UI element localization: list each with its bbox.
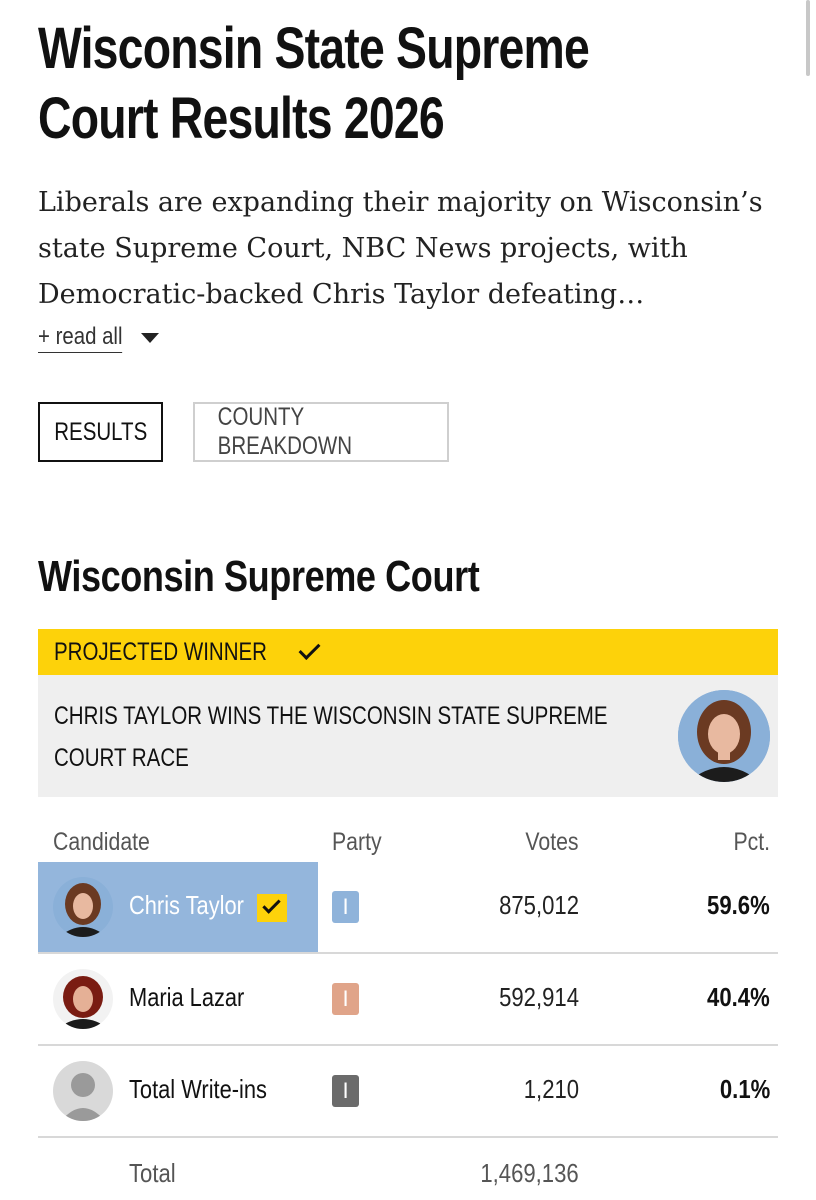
table-row[interactable]: Maria Lazar I 592,914 40.4% <box>38 954 778 1044</box>
total-label-text: Total <box>129 1158 176 1188</box>
candidate-name-text: Maria Lazar <box>129 982 245 1012</box>
winner-avatar <box>678 690 770 782</box>
winner-announcement-text: CHRIS TAYLOR WINS THE WISCONSIN STATE SU… <box>54 695 674 779</box>
table-row[interactable]: Total Write-ins I 1,210 0.1% <box>38 1046 778 1136</box>
candidate-pct: 0.1% <box>711 1074 770 1105</box>
read-all-label: + read all <box>38 322 123 353</box>
column-header-party: Party <box>332 828 390 857</box>
candidate-pct: 40.4% <box>696 982 770 1013</box>
party-badge: I <box>332 1075 359 1107</box>
tab-results[interactable]: RESULTS <box>38 402 163 462</box>
candidate-votes-text: 592,914 <box>499 982 579 1012</box>
candidate-portrait-icon <box>53 969 113 1029</box>
avatar <box>53 1061 113 1121</box>
candidate-name: Total Write-ins <box>129 1074 293 1105</box>
column-header-votes-text: Votes <box>525 828 579 856</box>
total-votes-text: 1,469,136 <box>480 1158 579 1188</box>
column-header-pct: Pct. <box>727 828 770 857</box>
party-badge: I <box>332 983 359 1015</box>
candidate-pct-text: 0.1% <box>719 1074 770 1104</box>
projected-winner-label: PROJECTED WINNER <box>54 637 267 666</box>
race-summary: Liberals are expanding their majority on… <box>38 187 763 310</box>
race-title-text: Wisconsin Supreme Court <box>38 552 480 601</box>
candidate-name-text: Chris Taylor <box>129 890 244 920</box>
read-all-link[interactable]: + read all <box>38 322 160 353</box>
avatar <box>53 969 113 1029</box>
total-votes: 1,469,136 <box>463 1158 579 1189</box>
chevron-down-icon <box>141 332 160 343</box>
candidate-cell: Maria Lazar <box>38 954 318 1044</box>
column-header-party-text: Party <box>332 828 382 856</box>
candidate-votes: 592,914 <box>485 982 579 1013</box>
check-icon <box>262 895 281 914</box>
winner-badge <box>257 894 287 922</box>
race-title: Wisconsin Supreme Court <box>38 552 576 602</box>
candidate-portrait-icon <box>53 877 113 937</box>
candidate-votes-text: 1,210 <box>523 1074 579 1104</box>
table-row[interactable]: Chris Taylor I 875,012 59.6% <box>38 862 778 952</box>
page-title-line-1: Wisconsin State Supreme <box>38 16 590 81</box>
candidate-votes: 1,210 <box>514 1074 579 1105</box>
candidate-cell: Total Write-ins <box>38 1046 318 1136</box>
column-header-votes: Votes <box>516 828 579 857</box>
column-header-candidate: Candidate <box>53 828 167 857</box>
page-scrollbar[interactable] <box>806 0 810 76</box>
projected-winner-bar: PROJECTED WINNER <box>38 629 778 675</box>
winner-announcement: CHRIS TAYLOR WINS THE WISCONSIN STATE SU… <box>38 675 778 797</box>
winner-announcement-line-2: COURT RACE <box>54 744 189 772</box>
winner-portrait-icon <box>678 690 770 782</box>
candidate-cell: Chris Taylor <box>38 862 318 952</box>
candidate-votes: 875,012 <box>485 890 579 921</box>
page-title-line-2: Court Results 2026 <box>38 86 445 151</box>
tab-results-label: RESULTS <box>53 417 148 446</box>
avatar <box>53 877 113 937</box>
candidate-votes-text: 875,012 <box>499 890 579 920</box>
party-badge: I <box>332 891 359 923</box>
candidate-name: Chris Taylor <box>129 890 266 921</box>
page-title: Wisconsin State Supreme Court Results 20… <box>38 14 738 154</box>
tab-county-breakdown[interactable]: COUNTY BREAKDOWN <box>193 402 449 462</box>
total-label: Total <box>129 1158 184 1189</box>
candidate-pct: 59.6% <box>696 890 770 921</box>
column-header-candidate-text: Candidate <box>53 828 150 856</box>
tab-county-breakdown-label: COUNTY BREAKDOWN <box>217 403 353 460</box>
check-icon <box>298 638 321 660</box>
candidate-pct-text: 40.4% <box>707 982 770 1012</box>
candidate-name: Maria Lazar <box>129 982 266 1013</box>
row-divider <box>38 1136 778 1138</box>
column-header-pct-text: Pct. <box>733 828 770 856</box>
candidate-name-text: Total Write-ins <box>129 1074 267 1104</box>
placeholder-person-icon <box>53 1061 113 1121</box>
winner-announcement-line-1: CHRIS TAYLOR WINS THE WISCONSIN STATE SU… <box>54 702 608 730</box>
candidate-pct-text: 59.6% <box>707 890 770 920</box>
